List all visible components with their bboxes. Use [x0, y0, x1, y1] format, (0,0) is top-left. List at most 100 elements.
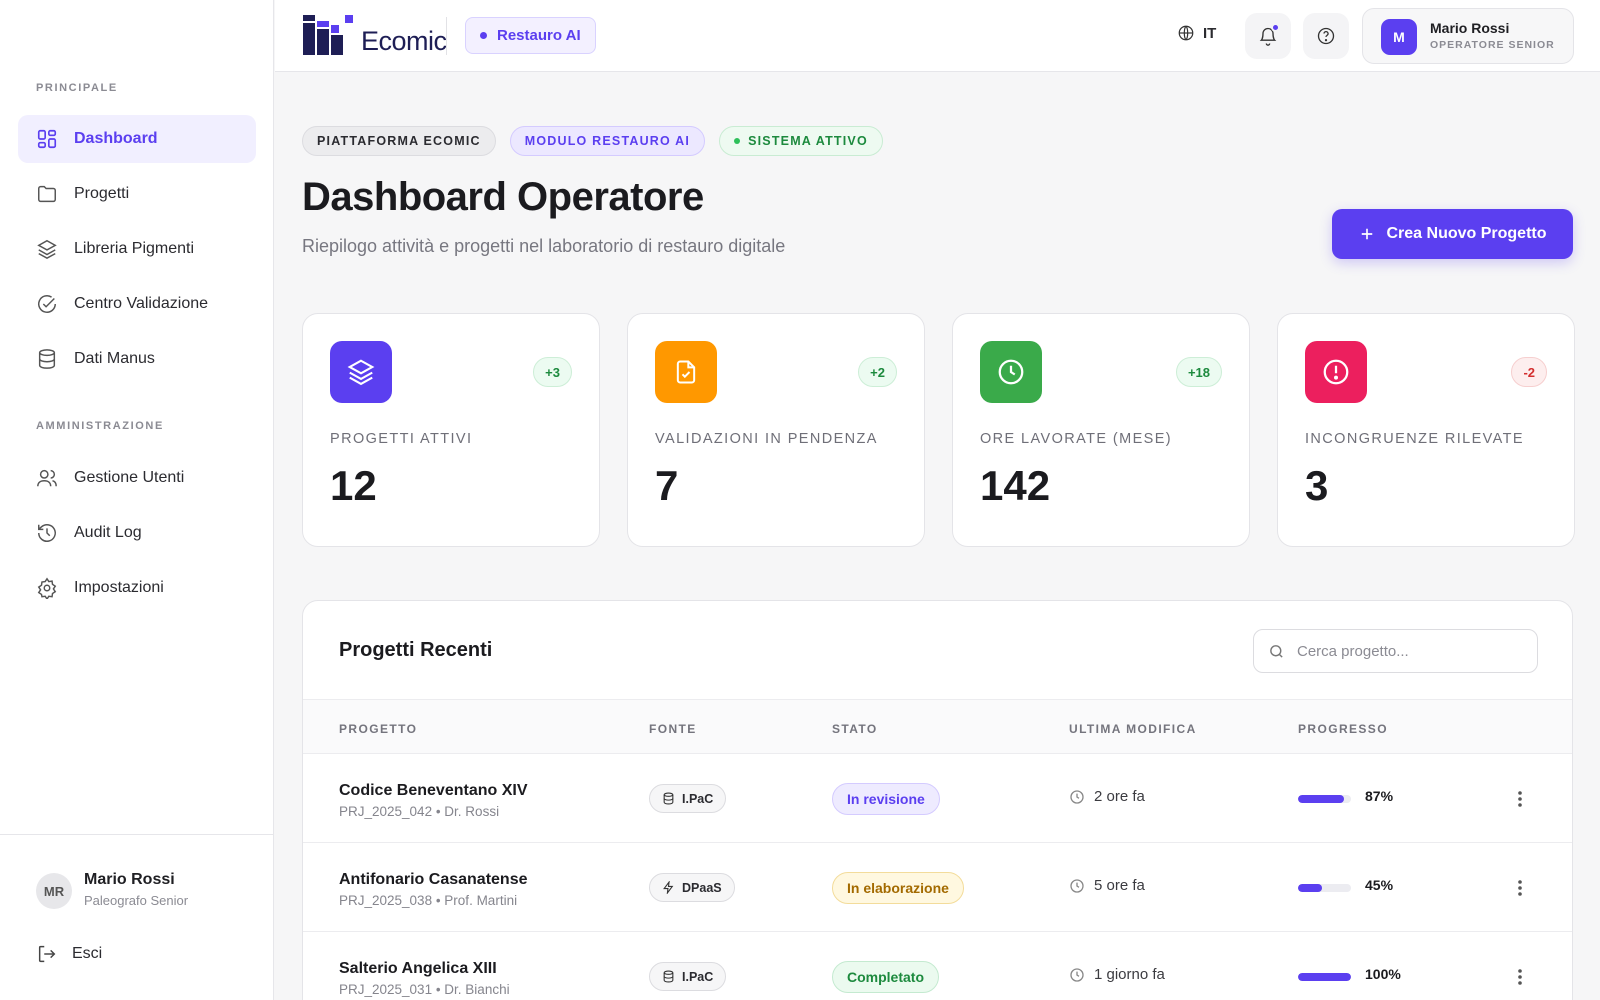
- clock-icon: [1070, 789, 1084, 804]
- file-check-icon: [655, 341, 717, 403]
- create-project-label: Crea Nuovo Progetto: [1386, 225, 1547, 242]
- layers-icon: [37, 239, 57, 260]
- stat-label: PROGETTI ATTIVI: [330, 431, 473, 447]
- row-actions-button[interactable]: [1508, 873, 1532, 903]
- progress-fill: [1298, 795, 1345, 803]
- source-label: DPaaS: [682, 880, 722, 895]
- sidebar-item-label: Progetti: [74, 185, 130, 202]
- column-header-progress[interactable]: PROGRESSO: [1298, 722, 1388, 736]
- row-actions-button[interactable]: [1508, 784, 1532, 814]
- stat-card-hours-worked: +18 ORE LAVORATE (MESE) 142: [952, 313, 1250, 547]
- progress-fill: [1298, 884, 1322, 892]
- sidebar-footer: MR Mario Rossi Paleografo Senior Esci: [0, 834, 273, 1000]
- module-label: Restauro AI: [497, 27, 581, 44]
- sidebar-item-label: Libreria Pigmenti: [74, 240, 195, 257]
- notifications-button[interactable]: [1245, 13, 1291, 59]
- sidebar-item-centro-validazione[interactable]: Centro Validazione: [18, 280, 256, 328]
- progress-fill: [1298, 973, 1351, 981]
- section-label-admin: AMMINISTRAZIONE: [36, 420, 164, 432]
- clock-icon: [980, 341, 1042, 403]
- status-dot: [480, 32, 487, 39]
- sidebar-item-label: Gestione Utenti: [74, 469, 185, 486]
- help-button[interactable]: [1303, 13, 1349, 59]
- project-search[interactable]: [1253, 629, 1538, 673]
- source-badge: DPaaS: [649, 873, 735, 902]
- source-badge: I.PaC: [649, 962, 727, 991]
- stat-value: 3: [1305, 462, 1329, 509]
- sidebar-item-libreria-pigmenti[interactable]: Libreria Pigmenti: [18, 225, 256, 273]
- language-label: IT: [1203, 24, 1217, 42]
- stat-value: 142: [980, 462, 1051, 509]
- progress-value: 87%: [1365, 788, 1394, 804]
- table-row[interactable]: Codice Beneventano XIV PRJ_2025_042 • Dr…: [303, 753, 1572, 842]
- table-header: PROGETTO FONTE STATO ULTIMA MODIFICA PRO…: [303, 699, 1572, 753]
- stat-value: 12: [330, 462, 377, 509]
- history-icon: [38, 524, 56, 542]
- sidebar-item-dashboard[interactable]: Dashboard: [18, 115, 256, 163]
- globe-icon: [1178, 25, 1194, 41]
- last-modified-label: 1 giorno fa: [1094, 966, 1165, 983]
- recent-projects-card: Progetti Recenti PROGETTO FONTE STATO UL…: [302, 600, 1573, 1000]
- logout-button[interactable]: Esci: [36, 943, 102, 965]
- row-actions-button[interactable]: [1508, 962, 1532, 992]
- stat-label: ORE LAVORATE (MESE): [980, 431, 1173, 447]
- status-dot: [734, 138, 741, 144]
- sidebar-item-audit-log[interactable]: Audit Log: [18, 509, 256, 557]
- database-icon: [663, 792, 674, 805]
- language-selector[interactable]: IT: [1177, 24, 1216, 42]
- sidebar-item-label: Dati Manus: [74, 350, 155, 367]
- more-vertical-icon: [1518, 880, 1522, 896]
- table-title: Progetti Recenti: [339, 639, 493, 661]
- progress-bar: [1298, 795, 1351, 803]
- create-project-button[interactable]: Crea Nuovo Progetto: [1332, 209, 1573, 259]
- column-header-source[interactable]: FONTE: [649, 722, 697, 736]
- search-input[interactable]: [1297, 642, 1517, 660]
- stat-value: 7: [655, 462, 679, 509]
- project-meta: PRJ_2025_038 • Prof. Martini: [339, 893, 518, 908]
- sidebar-item-impostazioni[interactable]: Impostazioni: [18, 564, 256, 612]
- search-icon: [1270, 644, 1283, 658]
- project-name[interactable]: Antifonario Casanatense: [339, 871, 527, 889]
- column-header-last-modified[interactable]: ULTIMA MODIFICA: [1069, 722, 1197, 736]
- project-meta: PRJ_2025_031 • Dr. Bianchi: [339, 982, 510, 997]
- progress-value: 100%: [1365, 966, 1401, 982]
- avatar: MR: [36, 873, 72, 909]
- project-name[interactable]: Salterio Angelica XIII: [339, 960, 497, 978]
- sidebar-item-label: Centro Validazione: [74, 295, 209, 312]
- check-circle-icon: [38, 295, 56, 313]
- section-label-main: PRINCIPALE: [36, 82, 118, 94]
- progress-bar: [1298, 884, 1351, 892]
- help-icon: [1317, 27, 1335, 45]
- sidebar-item-dati-manus[interactable]: Dati Manus: [18, 335, 256, 383]
- table-row[interactable]: Antifonario Casanatense PRJ_2025_038 • P…: [303, 842, 1572, 931]
- stat-delta-badge: -2: [1511, 357, 1547, 387]
- progress-bar: [1298, 973, 1351, 981]
- logout-icon: [38, 945, 56, 963]
- logo[interactable]: Ecomic: [303, 15, 447, 55]
- users-icon: [37, 469, 57, 487]
- user-role: Paleografo Senior: [84, 893, 189, 908]
- stat-card-active-projects: +3 PROGETTI ATTIVI 12: [302, 313, 600, 547]
- source-label: I.PaC: [682, 791, 714, 806]
- chip-system-status-label: SISTEMA ATTIVO: [748, 134, 868, 148]
- column-header-project[interactable]: PROGETTO: [339, 722, 417, 736]
- stat-card-pending-validations: +2 VALIDAZIONI IN PENDENZA 7: [627, 313, 925, 547]
- project-name[interactable]: Codice Beneventano XIV: [339, 782, 528, 800]
- stat-card-inconsistencies: -2 INCONGRUENZE RILEVATE 3: [1277, 313, 1575, 547]
- bolt-icon: [663, 881, 674, 894]
- folder-icon: [38, 185, 56, 203]
- module-selector[interactable]: Restauro AI: [465, 17, 596, 54]
- chip-system-status: SISTEMA ATTIVO: [719, 126, 883, 156]
- column-header-status[interactable]: STATO: [832, 722, 878, 736]
- chip-platform: PIATTAFORMA ECOMIC: [302, 126, 496, 156]
- stat-delta-badge: +3: [533, 357, 572, 387]
- table-row[interactable]: Salterio Angelica XIII PRJ_2025_031 • Dr…: [303, 931, 1572, 1000]
- last-modified-label: 5 ore fa: [1094, 877, 1145, 894]
- plus-icon: [1362, 228, 1373, 240]
- database-icon: [38, 349, 56, 369]
- profile-menu[interactable]: M Mario Rossi OPERATORE SENIOR: [1362, 8, 1574, 64]
- avatar: M: [1381, 19, 1417, 55]
- clock-icon: [1070, 967, 1084, 982]
- sidebar-item-progetti[interactable]: Progetti: [18, 170, 256, 218]
- sidebar-item-gestione-utenti[interactable]: Gestione Utenti: [18, 454, 256, 502]
